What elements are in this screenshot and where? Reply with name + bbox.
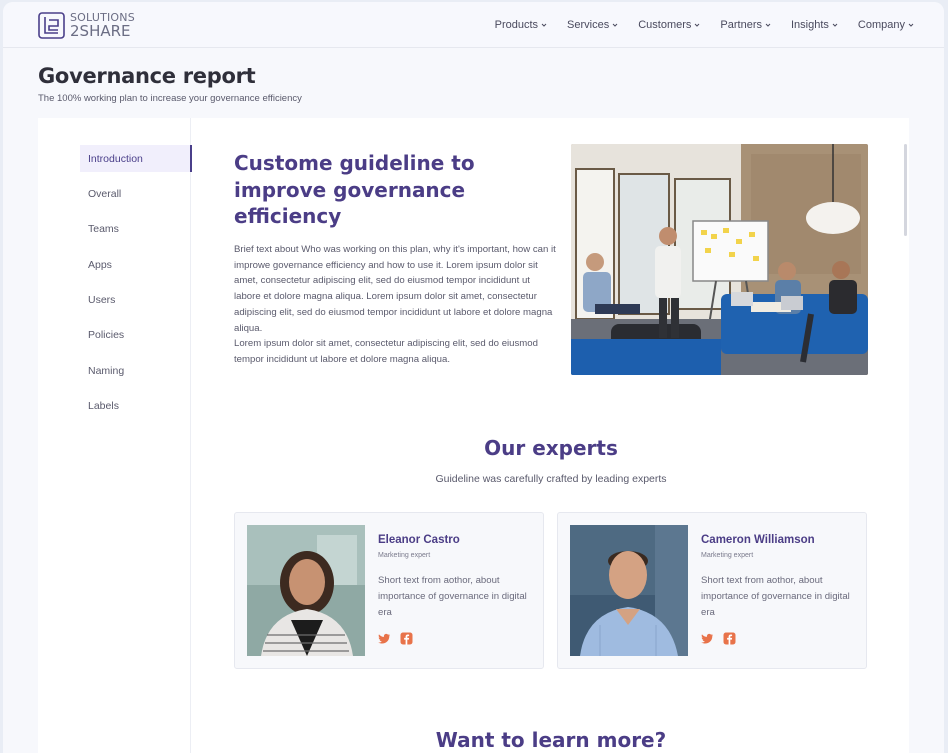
sidebar-item-labels[interactable]: Labels <box>80 393 192 420</box>
expert-role: Marketing expert <box>378 552 431 559</box>
facebook-icon[interactable] <box>723 632 736 645</box>
nav-products[interactable]: Products <box>495 19 547 31</box>
chevron-down-icon <box>612 23 618 27</box>
hero-paragraph-1: Brief text about Who was working on this… <box>234 244 556 334</box>
twitter-icon[interactable] <box>378 632 391 645</box>
nav-company[interactable]: Company <box>858 19 914 31</box>
nav-services-label: Services <box>567 19 610 31</box>
app-window: SOLUTIONS 2SHARE Products Services Custo… <box>3 2 944 753</box>
section-nav: Introduction Overall Teams Apps Users Po… <box>80 145 192 428</box>
expert-name: Eleanor Castro <box>378 534 460 546</box>
nav-customers-label: Customers <box>638 19 692 31</box>
hero-title: Custome guideline to improve governance … <box>234 151 475 228</box>
nav-services[interactable]: Services <box>567 19 618 31</box>
chevron-down-icon <box>695 23 700 27</box>
scrollbar-thumb[interactable] <box>904 144 907 236</box>
top-navigation: SOLUTIONS 2SHARE Products Services Custo… <box>3 2 944 48</box>
nav-products-label: Products <box>494 19 539 31</box>
chevron-down-icon <box>765 23 771 27</box>
experts-title: Our experts <box>484 436 618 460</box>
sidebar-item-teams[interactable]: Teams <box>80 216 192 243</box>
expert-photo <box>247 525 365 656</box>
hero-paragraph-2: Lorem ipsum dolor sit amet, consectetur … <box>234 338 538 365</box>
nav-partners-label: Partners <box>720 19 762 31</box>
chevron-down-icon <box>832 23 838 27</box>
twitter-icon[interactable] <box>701 632 714 645</box>
page-title: Governance report <box>38 64 256 88</box>
nav-insights-label: Insights <box>791 19 829 31</box>
hero-description: Brief text about Who was working on this… <box>234 242 556 368</box>
experts-subtitle: Guideline was carefully crafted by leadi… <box>435 473 667 485</box>
expert-photo <box>570 525 688 656</box>
expert-social-links <box>701 632 736 645</box>
main-menu: Products Services Customers Partners Ins… <box>495 19 914 31</box>
expert-social-links <box>378 632 413 645</box>
office-meeting-image <box>571 144 868 375</box>
sidebar-item-introduction[interactable]: Introduction <box>80 145 192 172</box>
chevron-down-icon <box>541 23 547 27</box>
report-sidebar: Introduction Overall Teams Apps Users Po… <box>38 118 192 753</box>
expert-role: Marketing expert <box>701 552 754 559</box>
nav-customers[interactable]: Customers <box>638 19 700 31</box>
expert-card: Cameron Williamson Marketing expert Shor… <box>557 512 867 669</box>
nav-company-label: Company <box>857 19 905 31</box>
chevron-down-icon <box>908 23 914 27</box>
page-subtitle: The 100% working plan to increase your g… <box>38 93 302 104</box>
expert-bio: Short text from aothor, about importance… <box>378 575 527 618</box>
learn-more-title: Want to learn more? <box>435 728 667 752</box>
nav-insights[interactable]: Insights <box>791 19 838 31</box>
nav-partners[interactable]: Partners <box>720 19 771 31</box>
sidebar-item-naming[interactable]: Naming <box>80 357 192 384</box>
expert-card: Eleanor Castro Marketing expert Short te… <box>234 512 544 669</box>
sidebar-item-users[interactable]: Users <box>80 287 192 314</box>
brand-line-2: 2SHARE <box>70 22 131 40</box>
expert-bio: Short text from aothor, about importance… <box>701 575 850 618</box>
sidebar-item-policies[interactable]: Policies <box>80 322 192 349</box>
logo-mark-icon <box>38 12 65 39</box>
sidebar-item-overall[interactable]: Overall <box>80 180 192 207</box>
sidebar-item-apps[interactable]: Apps <box>80 251 192 278</box>
expert-name: Cameron Williamson <box>701 534 815 546</box>
facebook-icon[interactable] <box>400 632 413 645</box>
brand-logo[interactable]: SOLUTIONS 2SHARE <box>38 12 135 39</box>
report-card: Introduction Overall Teams Apps Users Po… <box>38 118 909 753</box>
